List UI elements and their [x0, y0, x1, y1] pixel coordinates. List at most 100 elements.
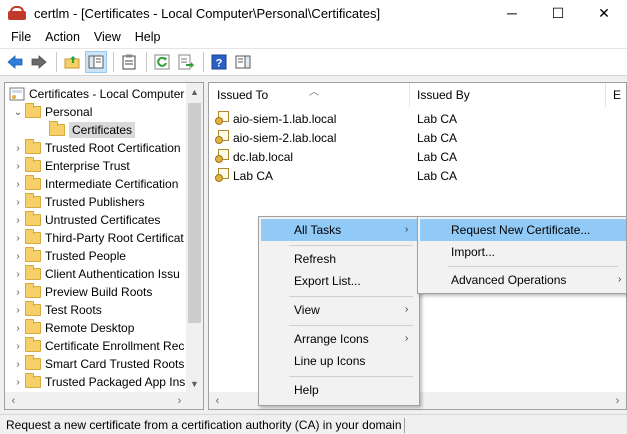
menu-item-advanced-operations[interactable]: Advanced Operations › [420, 269, 626, 291]
menu-item-view[interactable]: View › [261, 299, 417, 321]
chevron-right-icon[interactable]: › [13, 139, 23, 157]
certificate-icon [215, 149, 229, 163]
folder-icon [25, 211, 41, 226]
column-divider[interactable] [605, 83, 606, 107]
menu-view[interactable]: View [87, 30, 128, 44]
chevron-right-icon[interactable]: › [13, 157, 23, 175]
scroll-left-icon[interactable]: ‹ [5, 392, 22, 409]
menu-item-export-list[interactable]: Export List... [261, 270, 417, 292]
help-button[interactable]: ? [208, 51, 230, 73]
scroll-up-icon[interactable]: ▲ [186, 83, 203, 100]
chevron-right-icon[interactable]: › [13, 265, 23, 283]
chevron-right-icon[interactable]: › [13, 319, 23, 337]
tree-vertical-scrollbar[interactable]: ▲ ▼ [186, 83, 203, 392]
tree-horizontal-scrollbar[interactable]: ‹ › [5, 392, 203, 409]
menu-item-arrange-icons[interactable]: Arrange Icons › [261, 328, 417, 350]
scroll-down-icon[interactable]: ▼ [186, 375, 203, 392]
tree-item[interactable]: › Test Roots [13, 301, 102, 319]
tree-item[interactable]: › Preview Build Roots [13, 283, 152, 301]
tree-item[interactable]: › Trusted Root Certification [13, 139, 181, 157]
folder-icon [49, 121, 65, 136]
scroll-left-icon[interactable]: ‹ [209, 392, 226, 409]
column-expiration[interactable]: E [613, 83, 621, 107]
toolbar: ? [0, 48, 627, 76]
close-button[interactable]: ✕ [581, 0, 627, 26]
menu-item-refresh[interactable]: Refresh [261, 248, 417, 270]
chevron-right-icon[interactable]: › [13, 355, 23, 373]
refresh-icon [154, 54, 170, 70]
tree-root-label: Certificates - Local Computer [29, 87, 185, 101]
tree-item-label: Enterprise Trust [45, 159, 130, 173]
list-item[interactable]: aio-siem-1.lab.local Lab CA [209, 109, 626, 128]
tree-item[interactable]: › Trusted Publishers [13, 193, 145, 211]
tree-item[interactable]: › Remote Desktop [13, 319, 134, 337]
chevron-right-icon[interactable]: › [13, 193, 23, 211]
chevron-right-icon[interactable]: › [13, 337, 23, 355]
chevron-right-icon[interactable]: › [13, 175, 23, 193]
column-issued-by[interactable]: Issued By [417, 83, 470, 107]
tree-item[interactable]: › Client Authentication Issu [13, 265, 180, 283]
menu-item-import[interactable]: Import... [420, 241, 626, 263]
chevron-right-icon[interactable]: › [13, 247, 23, 265]
tree-item-label: Third-Party Root Certificat [45, 231, 184, 245]
forward-button[interactable] [28, 51, 50, 73]
menu-item-all-tasks[interactable]: All Tasks › [261, 219, 417, 241]
chevron-right-icon[interactable]: › [13, 229, 23, 247]
menu-item-line-up-icons[interactable]: Line up Icons [261, 350, 417, 372]
tree-item-certificates[interactable]: Certificates [33, 121, 136, 139]
certificate-icon [215, 168, 229, 182]
menu-separator [289, 245, 413, 246]
menu-item-help[interactable]: Help [261, 379, 417, 401]
column-issued-to[interactable]: Issued To [217, 83, 268, 107]
scroll-thumb[interactable] [188, 103, 201, 323]
menu-action[interactable]: Action [38, 30, 87, 44]
column-divider[interactable] [409, 83, 410, 107]
refresh-button[interactable] [151, 51, 173, 73]
back-button[interactable] [4, 51, 26, 73]
folder-icon [25, 265, 41, 280]
properties-button[interactable] [118, 51, 140, 73]
tree-item-label: Trusted People [45, 249, 126, 263]
tree-root[interactable]: Certificates - Local Computer [9, 85, 184, 103]
tree-item[interactable]: › Certificate Enrollment Rec [13, 337, 184, 355]
list-item[interactable]: Lab CA Lab CA [209, 166, 626, 185]
issued-by-cell: Lab CA [417, 169, 458, 183]
status-bar: Request a new certificate from a certifi… [0, 414, 627, 434]
tree-item[interactable]: › Untrusted Certificates [13, 211, 160, 229]
chevron-right-icon[interactable]: › [13, 211, 23, 229]
menu-item-request-new-certificate[interactable]: Request New Certificate... [420, 219, 626, 241]
scroll-right-icon[interactable]: › [171, 392, 188, 409]
issued-to-cell: aio-siem-2.lab.local [233, 131, 337, 145]
export-list-button[interactable] [175, 51, 197, 73]
show-hide-console-tree-button[interactable] [85, 51, 107, 73]
tree-item[interactable]: › Enterprise Trust [13, 157, 130, 175]
tree-item-personal[interactable]: ⌄ Personal [13, 103, 92, 121]
submenu-arrow-icon: › [405, 333, 409, 344]
tree-item[interactable]: › Trusted People [13, 247, 126, 265]
toolbar-separator [113, 52, 114, 72]
tree-item[interactable]: › Intermediate Certification [13, 175, 178, 193]
submenu-arrow-icon: › [618, 274, 622, 285]
menu-help[interactable]: Help [128, 30, 168, 44]
scroll-right-icon[interactable]: › [609, 392, 626, 409]
maximize-button[interactable]: ☐ [535, 0, 581, 26]
show-hide-action-pane-button[interactable] [232, 51, 254, 73]
menu-file[interactable]: File [4, 30, 38, 44]
issued-by-cell: Lab CA [417, 150, 458, 164]
menu-item-label: Advanced Operations [451, 273, 567, 287]
console-tree[interactable]: Certificates - Local Computer ⌄ Personal… [4, 82, 204, 410]
chevron-right-icon[interactable]: › [13, 373, 23, 391]
tree-item[interactable]: › Smart Card Trusted Roots [13, 355, 184, 373]
certlm-app-icon [8, 6, 26, 20]
tree-item[interactable]: › Trusted Packaged App Ins [13, 373, 185, 391]
up-one-level-button[interactable] [61, 51, 83, 73]
chevron-down-icon[interactable]: ⌄ [13, 103, 23, 121]
chevron-right-icon[interactable]: › [13, 301, 23, 319]
minimize-button[interactable]: ─ [489, 0, 535, 26]
tree-item[interactable]: › Third-Party Root Certificat [13, 229, 184, 247]
list-item[interactable]: dc.lab.local Lab CA [209, 147, 626, 166]
status-text: Request a new certificate from a certifi… [6, 417, 402, 432]
chevron-right-icon[interactable]: › [13, 283, 23, 301]
list-item[interactable]: aio-siem-2.lab.local Lab CA [209, 128, 626, 147]
menu-item-label: View [294, 303, 320, 317]
